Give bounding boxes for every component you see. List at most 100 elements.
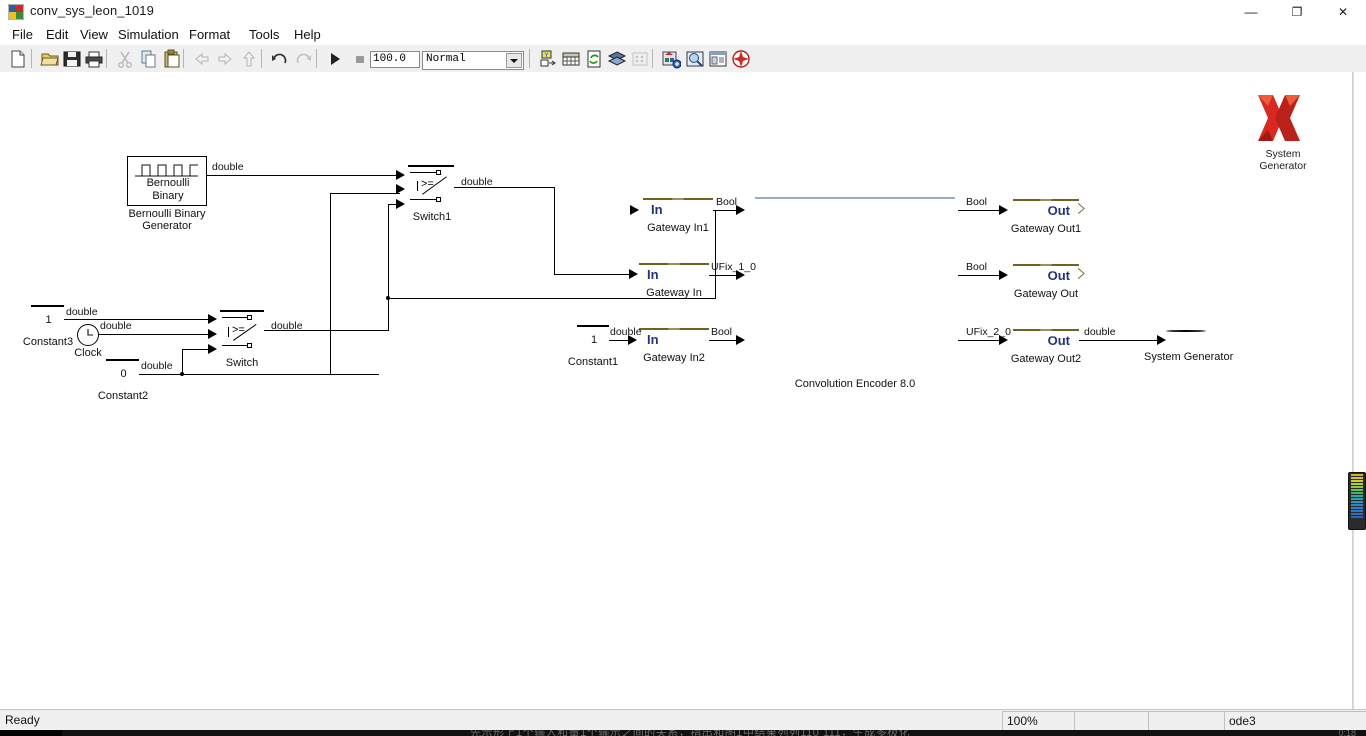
menu-simulation[interactable]: Simulation [114, 26, 183, 43]
open-model-icon[interactable] [40, 49, 60, 69]
signal-label: Bool [966, 261, 988, 273]
signal-label: Bool [716, 196, 738, 208]
block-gateway-in1[interactable]: In [643, 192, 713, 217]
label-gateway-out: Gateway Out [1013, 288, 1079, 300]
status-bar: Ready 100% ode3 [0, 709, 1366, 731]
signal-label: Bool [711, 326, 733, 338]
block-clock[interactable] [77, 324, 99, 346]
model-explorer-icon[interactable] [661, 49, 681, 69]
block-gateway-in2[interactable]: In [639, 322, 709, 347]
label-gateway-in2: Gateway In2 [643, 352, 705, 364]
gateway-out-port [1078, 268, 1085, 279]
block-bernoulli-binary-generator[interactable]: Bernoulli Binary [127, 156, 207, 206]
status-zoom-cell: 100% [1002, 711, 1076, 731]
constant2-value: 0 [120, 368, 127, 380]
menu-file[interactable]: File [8, 26, 37, 43]
label-system-generator: System Generator [1259, 148, 1307, 172]
help-round-icon[interactable] [731, 49, 751, 69]
video-overlay-strip: 先示形上1个输入和量1个输示之间的关系，指出和图1中结果列列110 111，生成… [0, 730, 1366, 736]
signal-label: double [271, 320, 303, 332]
new-model-icon[interactable] [8, 49, 28, 69]
signal-label: double [461, 176, 493, 188]
constant1-value: 1 [590, 334, 598, 346]
wire-constant2-branch-h [330, 193, 400, 194]
block-constant1[interactable]: 1 [577, 325, 609, 346]
bernoulli-waveform-icon [135, 164, 198, 177]
block-gateway-out2[interactable]: Out [1013, 323, 1079, 348]
toolbar-separator [529, 49, 530, 68]
menu-help[interactable]: Help [290, 26, 325, 43]
switch1-line-top [410, 172, 437, 173]
status-field3-cell [1148, 711, 1226, 731]
label-gateway-in: Gateway In [646, 287, 702, 299]
constant3-value: 1 [45, 314, 52, 326]
label-clock: Clock [74, 347, 102, 359]
simulink-window: conv_sys_leon_1019 — ❐ ✕ File Edit View … [0, 0, 1366, 736]
block-constant3[interactable]: 1 [31, 305, 64, 326]
update-diagram-icon[interactable] [561, 49, 581, 69]
start-simulation-icon[interactable] [325, 49, 345, 69]
maximize-button[interactable]: ❐ [1274, 0, 1320, 24]
block-gateway-out[interactable]: Out [1013, 258, 1085, 283]
block-constant2[interactable]: 0 [106, 359, 139, 380]
block-gateway-in[interactable]: In [639, 257, 709, 282]
paste-icon[interactable] [162, 49, 182, 69]
menu-view[interactable]: View [76, 26, 112, 43]
signal-label: double [66, 306, 98, 318]
menu-format[interactable]: Format [185, 26, 234, 43]
block-gateway-out1[interactable]: Out [1013, 193, 1085, 218]
close-button[interactable]: ✕ [1320, 0, 1366, 24]
save-model-icon[interactable] [62, 49, 82, 69]
label-gateway-out1: Gateway Out1 [1010, 223, 1082, 235]
gateway-in2-text: In [647, 332, 659, 347]
library-browser-icon[interactable] [708, 49, 728, 69]
block-out3[interactable] [1166, 330, 1206, 332]
menu-edit[interactable]: Edit [42, 26, 72, 43]
model-browser-icon[interactable] [685, 49, 705, 69]
minimize-button[interactable]: — [1228, 0, 1274, 24]
block-switch1[interactable]: >= [408, 165, 454, 202]
signal-label: double [610, 326, 642, 338]
simulation-mode-select[interactable]: Normal [422, 51, 524, 70]
print-icon[interactable] [84, 49, 104, 69]
status-solver-cell: ode3 [1224, 711, 1366, 731]
toolbar: 100.0 Normal Y [0, 45, 1366, 73]
wire-switch1-down [554, 187, 555, 275]
overlay-subtitle: 先示形上1个输入和量1个输示之间的关系，指出和图1中结果列列110 111，生成… [470, 730, 911, 736]
build-subsystem-icon[interactable]: Y [538, 49, 558, 69]
block-convolution-encoder[interactable]: data_tvalid data_tdata_data_in data_trea… [755, 197, 955, 199]
wire-bernoulli-switch1 [207, 175, 399, 176]
overlay-left-block [0, 730, 62, 736]
label-gateway-out2: Gateway Out2 [1010, 353, 1082, 365]
copy-icon[interactable] [139, 49, 159, 69]
undo-icon[interactable] [270, 49, 290, 69]
switch1-line-bottom [410, 199, 437, 200]
menu-tools[interactable]: Tools [245, 26, 283, 43]
vertical-scrollbar[interactable] [1353, 72, 1366, 709]
gateway-in1-text: In [651, 202, 663, 217]
switch1-criteria-label: >= [421, 178, 434, 190]
signal-label: double [100, 320, 132, 332]
chevron-down-icon[interactable] [506, 53, 522, 68]
wire-constant2-switch [182, 349, 210, 350]
simulation-mode-value: Normal [426, 53, 466, 65]
signal-label: double [1084, 326, 1116, 338]
block-system-generator[interactable]: System Generator [1256, 92, 1307, 172]
up-level-icon [242, 51, 256, 67]
toolbar-separator [183, 49, 184, 68]
layers-icon[interactable] [607, 49, 627, 69]
stop-time-field[interactable]: 100.0 [370, 51, 420, 68]
wire-enc-gatewayout2 [958, 340, 1002, 341]
menu-bar: File Edit View Simulation Format Tools H… [0, 24, 1366, 45]
simulink-app-icon [8, 4, 24, 20]
overlay-time: 0:18 [1338, 730, 1356, 736]
model-canvas[interactable]: Bernoulli Binary Bernoulli Binary Generato… [0, 72, 1353, 709]
refresh-icon[interactable] [584, 49, 604, 69]
label-out3: System Generator [1144, 351, 1234, 363]
level-meter-overlay [1348, 472, 1366, 530]
wire-arrow [396, 170, 405, 180]
wire-switch-up [388, 204, 389, 331]
debug-icon [632, 52, 648, 66]
svg-text:Y: Y [544, 53, 548, 59]
block-switch[interactable]: >= [220, 310, 264, 348]
